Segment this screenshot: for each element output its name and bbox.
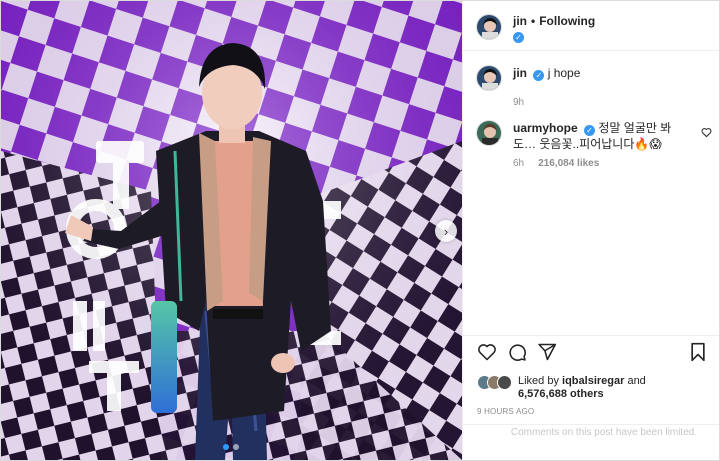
liker-username[interactable]: iqbalsiregar — [562, 375, 624, 387]
post-side-panel: jin • Following ✓ jin ✓ j hope 9h uarmyh… — [462, 1, 719, 460]
avatar-image — [477, 15, 501, 39]
comment-time[interactable]: 6h — [513, 158, 524, 169]
post-header: jin • Following ✓ — [463, 1, 719, 51]
next-slide-button[interactable]: › — [435, 220, 457, 242]
caption-meta: 9h — [513, 97, 706, 108]
comment-like-heart-icon[interactable] — [701, 127, 712, 141]
chevron-right-icon: › — [443, 223, 449, 239]
comment-likes[interactable]: 216,084 likes — [538, 158, 599, 169]
commenter-username[interactable]: uarmyhope — [513, 121, 578, 135]
caption-username[interactable]: jin — [513, 66, 527, 80]
likes-count[interactable]: 6,576,688 others — [518, 388, 604, 400]
carousel-dot — [233, 444, 239, 450]
caption-avatar[interactable] — [476, 65, 502, 91]
caption: jin ✓ j hope 9h — [476, 65, 706, 108]
liker-avatar — [497, 375, 512, 390]
heart-icon[interactable] — [477, 342, 497, 362]
liked-prefix: Liked by — [518, 375, 563, 387]
following-button[interactable]: Following — [539, 14, 595, 28]
photo-illustration — [1, 1, 462, 460]
author-info: jin • Following ✓ — [513, 14, 595, 43]
author-username[interactable]: jin — [513, 14, 527, 28]
comments-limited-notice: Comments on this post have been limited. — [463, 424, 719, 453]
separator-dot: • — [531, 14, 536, 28]
verified-icon: ✓ — [584, 125, 596, 136]
commenter-avatar[interactable] — [476, 120, 502, 146]
caption-body: j hope — [547, 66, 581, 80]
post-modal: › jin • Following ✓ jin ✓ j hope 9h uarm… — [0, 0, 720, 461]
post-actions: Liked by iqbalsiregar and 6,576,688 othe… — [463, 335, 719, 453]
share-icon[interactable] — [537, 342, 557, 362]
author-avatar[interactable] — [476, 14, 502, 40]
action-icons — [477, 342, 707, 366]
caption-text: jin ✓ j hope — [513, 65, 580, 81]
comment-icon[interactable] — [507, 342, 527, 362]
caption-time[interactable]: 9h — [513, 97, 524, 108]
comment-text: uarmyhope ✓ 정말 얼굴만 봐도… 웃음꽃..피어납니다🔥😱 — [513, 120, 685, 152]
liked-by-text: Liked by iqbalsiregar and 6,576,688 othe… — [518, 375, 646, 401]
bookmark-icon[interactable] — [689, 342, 707, 362]
verified-icon: ✓ — [513, 32, 524, 43]
verified-icon: ✓ — [533, 70, 545, 81]
carousel-indicator — [223, 444, 239, 450]
liked-and: and — [624, 375, 646, 387]
avatar-image — [477, 121, 501, 145]
avatar-image — [477, 66, 501, 90]
comment-meta: 6h 216,084 likes — [513, 158, 712, 169]
comment-item: uarmyhope ✓ 정말 얼굴만 봐도… 웃음꽃..피어납니다🔥😱 6h 21… — [476, 120, 712, 169]
post-photo[interactable]: › — [1, 1, 462, 460]
carousel-dot-active — [223, 444, 229, 450]
liked-by: Liked by iqbalsiregar and 6,576,688 othe… — [477, 375, 646, 401]
post-timestamp[interactable]: 9 HOURS AGO — [477, 407, 534, 416]
